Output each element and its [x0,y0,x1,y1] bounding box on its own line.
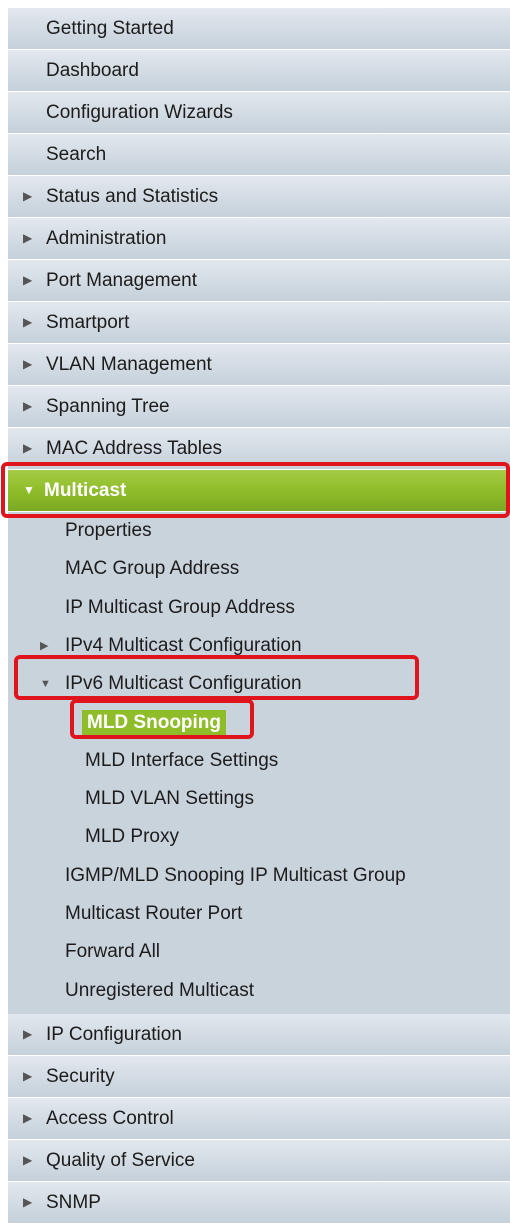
collapsed-arrow-icon: ▶ [23,315,33,329]
submenu-item-label: IPv6 Multicast Configuration [65,673,302,695]
nav-item-quality-of-service[interactable]: ▶ Quality of Service [8,1139,510,1182]
nav-item-configuration-wizards[interactable]: Configuration Wizards [8,92,510,134]
collapsed-arrow-icon: ▶ [23,357,33,371]
collapsed-arrow-icon: ▶ [40,639,49,652]
submenu-item-label: IPv4 Multicast Configuration [65,634,302,656]
nav-item-label: Getting Started [46,18,174,39]
expanded-arrow-icon: ▼ [40,678,51,691]
nav-item-mac-address-tables[interactable]: ▶ MAC Address Tables [8,428,510,470]
submenu-item-mld-interface-settings[interactable]: MLD Interface Settings [8,742,510,780]
collapsed-arrow-icon: ▶ [23,189,33,203]
submenu-item-label: IP Multicast Group Address [65,596,295,618]
navigation-tree: Getting Started Dashboard Configuration … [0,0,510,1224]
top-gap [0,0,510,8]
collapsed-arrow-icon: ▶ [23,231,33,245]
submenu-item-unregistered-multicast[interactable]: Unregistered Multicast [8,972,510,1010]
nav-item-ip-configuration[interactable]: ▶ IP Configuration [8,1013,510,1056]
nav-item-security[interactable]: ▶ Security [8,1055,510,1098]
expanded-arrow-icon: ▼ [23,483,35,497]
submenu-item-label: IGMP/MLD Snooping IP Multicast Group [65,864,406,886]
nav-item-label: Port Management [46,270,198,291]
collapsed-arrow-icon: ▶ [23,1026,33,1041]
submenu-item-ipv4-multicast-configuration[interactable]: ▶ IPv4 Multicast Configuration [8,627,510,665]
submenu-item-ipv6-multicast-configuration[interactable]: ▼ IPv6 Multicast Configuration [8,665,510,703]
submenu-item-label: MLD Proxy [85,826,179,848]
nav-item-label: Status and Statistics [46,186,219,207]
collapsed-arrow-icon: ▶ [23,273,33,287]
nav-item-label: Search [46,144,107,165]
submenu-item-forward-all[interactable]: Forward All [8,933,510,971]
nav-item-label: Smartport [46,312,130,333]
nav-item-label: Administration [46,228,167,249]
collapsed-arrow-icon: ▶ [23,399,33,413]
nav-item-label: VLAN Management [46,354,212,375]
nav-item-spanning-tree[interactable]: ▶ Spanning Tree [8,386,510,428]
submenu-item-igmp-mld-snooping-ip-multicast-group[interactable]: IGMP/MLD Snooping IP Multicast Group [8,857,510,895]
submenu-item-ip-multicast-group-address[interactable]: IP Multicast Group Address [8,589,510,627]
nav-item-label: Security [46,1065,115,1087]
nav-item-status-and-statistics[interactable]: ▶ Status and Statistics [8,176,510,218]
nav-item-vlan-management[interactable]: ▶ VLAN Management [8,344,510,386]
nav-item-label: Multicast [44,480,127,501]
submenu-item-label: MLD VLAN Settings [85,788,254,810]
nav-item-label: SNMP [46,1191,101,1213]
nav-item-label: Access Control [46,1107,174,1129]
submenu-item-properties[interactable]: Properties [8,512,510,550]
nav-item-access-control[interactable]: ▶ Access Control [8,1097,510,1140]
submenu-item-multicast-router-port[interactable]: Multicast Router Port [8,895,510,933]
nav-item-label: Dashboard [46,60,139,81]
collapsed-arrow-icon: ▶ [23,441,33,455]
nav-item-label: Spanning Tree [46,396,170,417]
submenu-item-label: Forward All [65,941,161,963]
submenu-item-label: MLD Interface Settings [85,749,279,771]
nav-item-label: Configuration Wizards [46,102,233,123]
nav-item-getting-started[interactable]: Getting Started [8,8,510,50]
submenu-item-label: Properties [65,520,152,541]
multicast-submenu: Properties MAC Group Address IP Multicas… [8,512,510,1014]
collapsed-arrow-icon: ▶ [23,1068,33,1083]
nav-item-label: MAC Address Tables [46,438,223,459]
submenu-item-mld-proxy[interactable]: MLD Proxy [8,818,510,856]
nav-item-search[interactable]: Search [8,134,510,176]
collapsed-arrow-icon: ▶ [23,1194,33,1209]
nav-item-multicast[interactable]: ▼ Multicast [8,470,510,512]
submenu-item-mac-group-address[interactable]: MAC Group Address [8,550,510,588]
submenu-item-label: Unregistered Multicast [65,979,255,1001]
nav-item-dashboard[interactable]: Dashboard [8,50,510,92]
nav-item-snmp[interactable]: ▶ SNMP [8,1181,510,1224]
submenu-item-label: Multicast Router Port [65,902,243,924]
nav-item-administration[interactable]: ▶ Administration [8,218,510,260]
nav-item-label: Quality of Service [46,1149,195,1171]
submenu-item-label: MLD Snooping [82,710,227,737]
nav-item-smartport[interactable]: ▶ Smartport [8,302,510,344]
submenu-item-label: MAC Group Address [65,558,240,580]
collapsed-arrow-icon: ▶ [23,1152,33,1167]
submenu-item-mld-vlan-settings[interactable]: MLD VLAN Settings [8,780,510,818]
submenu-item-mld-snooping[interactable]: MLD Snooping [8,703,510,741]
nav-item-port-management[interactable]: ▶ Port Management [8,260,510,302]
nav-item-label: IP Configuration [46,1023,182,1045]
collapsed-arrow-icon: ▶ [23,1110,33,1125]
